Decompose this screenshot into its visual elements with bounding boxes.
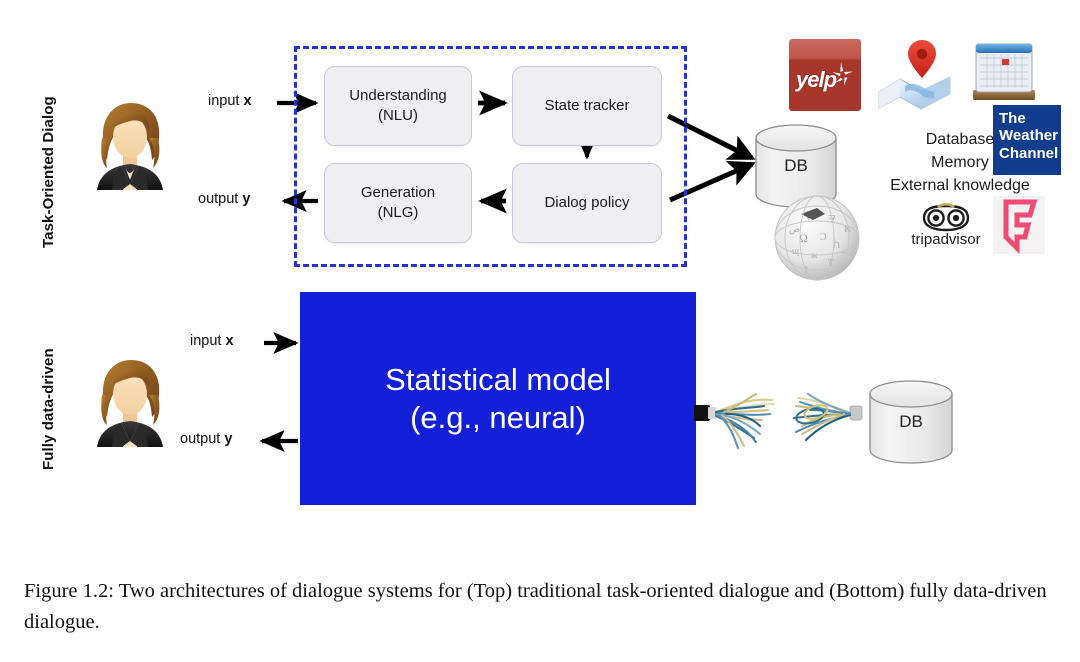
pipeline-box-dialog-policy[interactable]: Dialog policy [512,163,662,243]
output-label-top-text: output [198,191,243,207]
figure-canvas: Task-Oriented Dialog Fully data-driven i… [0,0,1080,662]
weather-logo-line3: Channel [999,144,1059,162]
input-label-bottom-text: input [190,333,226,349]
user-avatar-icon-bottom [97,360,163,447]
statistical-model-line2: (e.g., neural) [410,399,586,435]
input-label-bottom: input x [190,333,234,349]
output-var-top: y [242,191,251,207]
pipeline-box-nlu-line2: (NLU) [377,107,418,124]
pipeline-box-nlu[interactable]: Understanding (NLU) [324,66,472,146]
tripadvisor-logo-icon: tripadvisor [894,203,998,255]
knowledge-line-external-knowledge: External knowledge [890,177,1030,195]
database-label-bottom: DB [899,412,923,431]
pipeline-box-nlg[interactable]: Generation (NLG) [324,163,472,243]
foursquare-logo-icon [993,196,1045,254]
database-label-top: DB [784,156,808,175]
pipeline-box-dialog-policy-line1: Dialog policy [544,193,630,211]
pipeline-box-state-tracker[interactable]: State tracker [512,66,662,146]
output-var-bottom: y [224,431,233,447]
output-label-bottom-text: output [180,431,225,447]
tripadvisor-logo-text: tripadvisor [911,231,981,248]
figure-caption: Figure 1.2: Two architectures of dialogu… [24,580,1047,634]
input-label-top-text: input [208,93,244,109]
yelp-logo-icon: yelp [789,39,861,111]
input-var-bottom: x [225,333,234,349]
svg-text:ɰ: ɰ [792,246,799,256]
svg-text:Ɔ: Ɔ [820,232,827,243]
pipeline-box-nlg-line1: Generation [360,183,436,201]
statistical-model-line1: Statistical model [385,361,611,397]
map-pin-logo-icon [878,40,951,110]
the-weather-channel-logo-icon: The Weather Channel [993,105,1061,175]
weather-logo-line2: Weather [999,127,1058,145]
weather-logo-line1: The [999,110,1026,127]
input-var-top: x [243,93,252,109]
output-label-top: output y [198,191,250,207]
tripadvisor-owl-icon [922,203,970,232]
user-avatar-icon-top [97,103,163,190]
pipeline-box-state-tracker-line1: State tracker [544,96,630,114]
database-cylinder-bottom: DB [867,380,955,464]
row-label-task-oriented-dialog: Task-Oriented Dialog [40,96,57,248]
calendar-logo-icon [973,43,1035,100]
cable-bundle-connector-icon [694,392,863,450]
output-label-bottom: output y [180,431,232,447]
input-label-top: input x [208,93,252,109]
statistical-model-box[interactable]: Statistical model (e.g., neural) [300,292,696,505]
yelp-burst-icon [832,62,853,86]
pipeline-box-nlg-line2: (NLG) [377,204,419,221]
row-label-fully-data-driven: Fully data-driven [40,348,57,470]
wikipedia-globe-logo-icon: W ヲ ℵ ص Ω Ɔ Ⴙ ɰ ж ₮ ᚠ ᄀ [774,195,860,281]
pipeline-box-nlu-line1: Understanding [349,86,447,104]
